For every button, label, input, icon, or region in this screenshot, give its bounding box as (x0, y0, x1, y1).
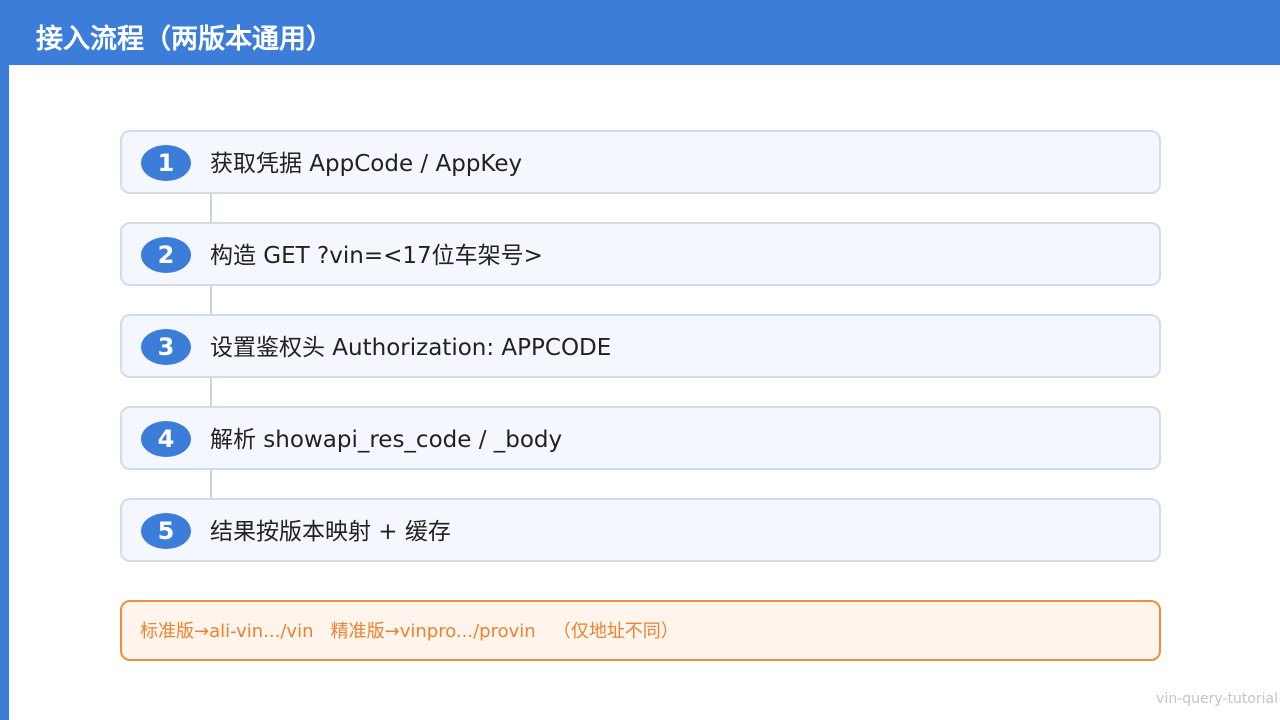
step-number-badge: 5 (141, 513, 191, 549)
step-text: 构造 GET ?vin=<17位车架号> (210, 243, 543, 269)
step-card: 2 构造 GET ?vin=<17位车架号> (120, 222, 1161, 286)
endpoint-note-text: 标准版→ali-vin.../vin 精准版→vinpro.../provin … (140, 621, 679, 642)
step-number-badge: 4 (141, 421, 191, 457)
step-card: 4 解析 showapi_res_code / _body (120, 406, 1161, 470)
step-text: 结果按版本映射 + 缓存 (210, 519, 451, 545)
footer-tag: vin-query-tutorial (1156, 691, 1278, 707)
step-card: 5 结果按版本映射 + 缓存 (120, 498, 1161, 562)
step-number-badge: 2 (141, 237, 191, 273)
endpoint-note-box: 标准版→ali-vin.../vin 精准版→vinpro.../provin … (120, 600, 1161, 661)
step-card: 1 获取凭据 AppCode / AppKey (120, 130, 1161, 194)
step-text: 解析 showapi_res_code / _body (210, 427, 563, 453)
step-connector (210, 468, 212, 498)
step-connector (210, 284, 212, 314)
step-connector (210, 376, 212, 406)
step-card: 3 设置鉴权头 Authorization: APPCODE (120, 314, 1161, 378)
step-number-badge: 1 (141, 145, 191, 181)
step-text: 获取凭据 AppCode / AppKey (210, 151, 523, 177)
step-number-badge: 3 (141, 329, 191, 365)
left-accent-bar (0, 65, 9, 720)
step-connector (210, 192, 212, 222)
page-title: 接入流程（两版本通用） (36, 24, 333, 55)
step-text: 设置鉴权头 Authorization: APPCODE (210, 335, 612, 361)
